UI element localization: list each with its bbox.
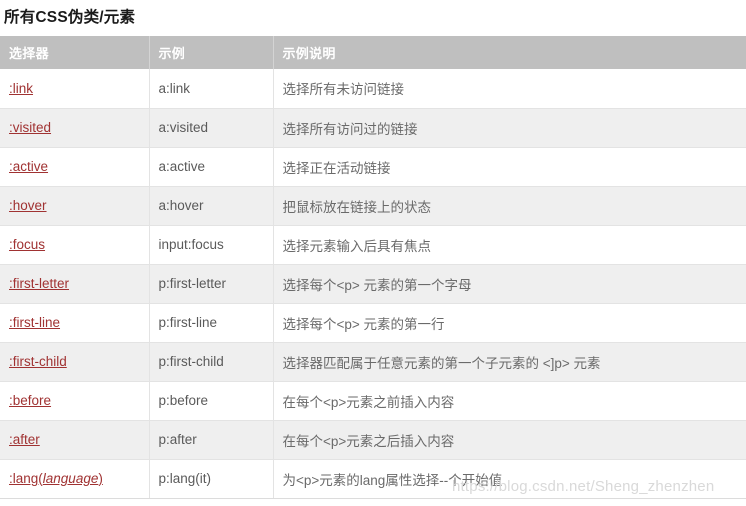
page-title: 所有CSS伪类/元素 xyxy=(4,9,136,26)
selector-text: :after xyxy=(9,432,40,447)
selector-cell: :focus xyxy=(0,225,149,265)
selector-link[interactable]: :lang(language) xyxy=(9,471,103,486)
example-text: a:visited xyxy=(158,120,209,135)
selector-text: :focus xyxy=(9,237,46,252)
description-text: 选择器匹配属于任意元素的第一个子元素的 <]p> 元素 xyxy=(282,355,601,371)
example-text: p:after xyxy=(158,432,197,447)
selector-cell: :before xyxy=(0,381,149,421)
table-row: :link a:link 选择所有未访问链接 xyxy=(0,69,746,109)
selector-link[interactable]: :first-letter xyxy=(9,276,69,291)
description-cell: 选择所有访问过的链接 xyxy=(272,108,746,148)
selector-cell: :visited xyxy=(0,108,149,148)
column-header-example: 示例 xyxy=(148,36,273,69)
example-cell: p:first-child xyxy=(148,342,273,382)
example-text: a:active xyxy=(158,159,206,174)
description-cell: 选择所有未访问链接 xyxy=(272,69,746,109)
description-cell: 在每个<p>元素之前插入内容 xyxy=(272,381,746,421)
selector-italic-text: language xyxy=(42,471,99,486)
selector-text: :active xyxy=(9,159,49,174)
table-row: :visited a:visited 选择所有访问过的链接 xyxy=(0,108,746,148)
example-cell: a:active xyxy=(148,147,273,187)
selector-text: :first-line xyxy=(9,315,61,330)
table-row: :focus input:focus 选择元素输入后具有焦点 xyxy=(0,225,746,265)
example-text: input:focus xyxy=(158,237,224,252)
example-text: a:hover xyxy=(158,198,204,213)
example-text: a:link xyxy=(158,80,191,96)
table-row: :lang(language) p:lang(it) 为<p>元素的lang属性选择… xyxy=(0,459,746,499)
description-text: 选择正在活动链接 xyxy=(282,160,391,176)
selector-link[interactable]: :after xyxy=(9,432,40,447)
table-row: :after p:after 在每个<p>元素之后插入内容 xyxy=(0,420,746,460)
example-cell: a:link xyxy=(148,69,273,109)
description-cell: 选择元素输入后具有焦点 xyxy=(272,225,746,265)
example-text: p:first-letter xyxy=(158,276,227,291)
description-text: 选择元素输入后具有焦点 xyxy=(282,238,432,254)
selector-text: :visited xyxy=(9,120,52,135)
pseudo-class-table-container: 选择器 示例 示例说明 :link a:link 选择所有未访问链接 :visited… xyxy=(0,36,746,499)
pseudo-class-table: 选择器 示例 示例说明 :link a:link 选择所有未访问链接 :visited… xyxy=(0,36,746,499)
description-text: 把鼠标放在链接上的状态 xyxy=(282,199,432,215)
example-cell: a:visited xyxy=(148,108,273,148)
selector-text: :first-child xyxy=(9,354,67,369)
example-cell: p:before xyxy=(148,381,273,421)
table-row: :before p:before 在每个<p>元素之前插入内容 xyxy=(0,381,746,421)
table-row: :hover a:hover 把鼠标放在链接上的状态 xyxy=(0,186,746,226)
description-text: 为<p>元素的lang属性选择--个开始值 xyxy=(282,472,503,488)
example-text: p:before xyxy=(158,393,209,408)
selector-link[interactable]: :first-line xyxy=(9,315,60,330)
selector-link[interactable]: :active xyxy=(9,159,48,174)
description-cell: 选择每个<p> 元素的第一行 xyxy=(272,303,746,343)
description-cell: 把鼠标放在链接上的状态 xyxy=(272,186,746,226)
example-text: p:first-child xyxy=(158,354,224,369)
selector-cell: :link xyxy=(0,69,149,109)
description-cell: 选择器匹配属于任意元素的第一个子元素的 <]p> 元素 xyxy=(272,342,746,382)
description-text: 选择所有未访问链接 xyxy=(282,82,405,98)
example-text: p:first-line xyxy=(158,315,218,330)
example-cell: p:first-line xyxy=(148,303,273,343)
selector-link[interactable]: :first-child xyxy=(9,354,67,369)
description-cell: 在每个<p>元素之后插入内容 xyxy=(272,420,746,460)
selector-link[interactable]: :before xyxy=(9,393,51,408)
table-row: :active a:active 选择正在活动链接 xyxy=(0,147,746,187)
selector-cell: :first-letter xyxy=(0,264,149,304)
table-row: :first-line p:first-line 选择每个<p> 元素的第一行 xyxy=(0,303,746,343)
example-cell: p:lang(it) xyxy=(148,459,273,499)
example-cell: p:first-letter xyxy=(148,264,273,304)
description-cell: 选择正在活动链接 xyxy=(272,147,746,187)
description-text: 在每个<p>元素之后插入内容 xyxy=(282,433,455,449)
example-text: p:lang(it) xyxy=(158,471,212,486)
table-header-row: 选择器 示例 示例说明 xyxy=(0,36,746,69)
selector-cell: :hover xyxy=(0,186,149,226)
selector-suffix-text: ) xyxy=(98,471,103,486)
table-body: :link a:link 选择所有未访问链接 :visited a:visited 选择所… xyxy=(0,69,746,499)
selector-text: :lang( xyxy=(9,471,43,486)
table-header: 选择器 示例 示例说明 xyxy=(0,36,746,69)
example-cell: a:hover xyxy=(148,186,273,226)
description-cell: 为<p>元素的lang属性选择--个开始值 xyxy=(272,459,746,499)
example-cell: p:after xyxy=(148,420,273,460)
description-cell: 选择每个<p> 元素的第一个字母 xyxy=(272,264,746,304)
table-row: :first-letter p:first-letter 选择每个<p> 元素的第一… xyxy=(0,264,746,304)
example-cell: input:focus xyxy=(148,225,273,265)
column-header-description: 示例说明 xyxy=(272,36,746,69)
selector-link[interactable]: :visited xyxy=(9,120,51,135)
selector-link[interactable]: :hover xyxy=(9,198,47,213)
selector-link[interactable]: :focus xyxy=(9,237,45,252)
selector-text: :hover xyxy=(9,198,47,213)
description-text: 选择所有访问过的链接 xyxy=(282,121,418,137)
selector-cell: :active xyxy=(0,147,149,187)
selector-text: :link xyxy=(9,80,34,96)
table-row: :first-child p:first-child 选择器匹配属于任意元素的第一个… xyxy=(0,342,746,382)
selector-text: :before xyxy=(9,393,52,408)
description-text: 选择每个<p> 元素的第一行 xyxy=(282,316,445,332)
selector-link[interactable]: :link xyxy=(9,81,33,96)
selector-text: :first-letter xyxy=(9,276,70,291)
description-text: 在每个<p>元素之前插入内容 xyxy=(282,394,455,410)
selector-cell: :first-line xyxy=(0,303,149,343)
description-text: 选择每个<p> 元素的第一个字母 xyxy=(282,277,472,293)
column-header-selector: 选择器 xyxy=(0,36,149,69)
selector-cell: :first-child xyxy=(0,342,149,382)
selector-cell: :after xyxy=(0,420,149,460)
selector-cell: :lang(language) xyxy=(0,459,149,499)
